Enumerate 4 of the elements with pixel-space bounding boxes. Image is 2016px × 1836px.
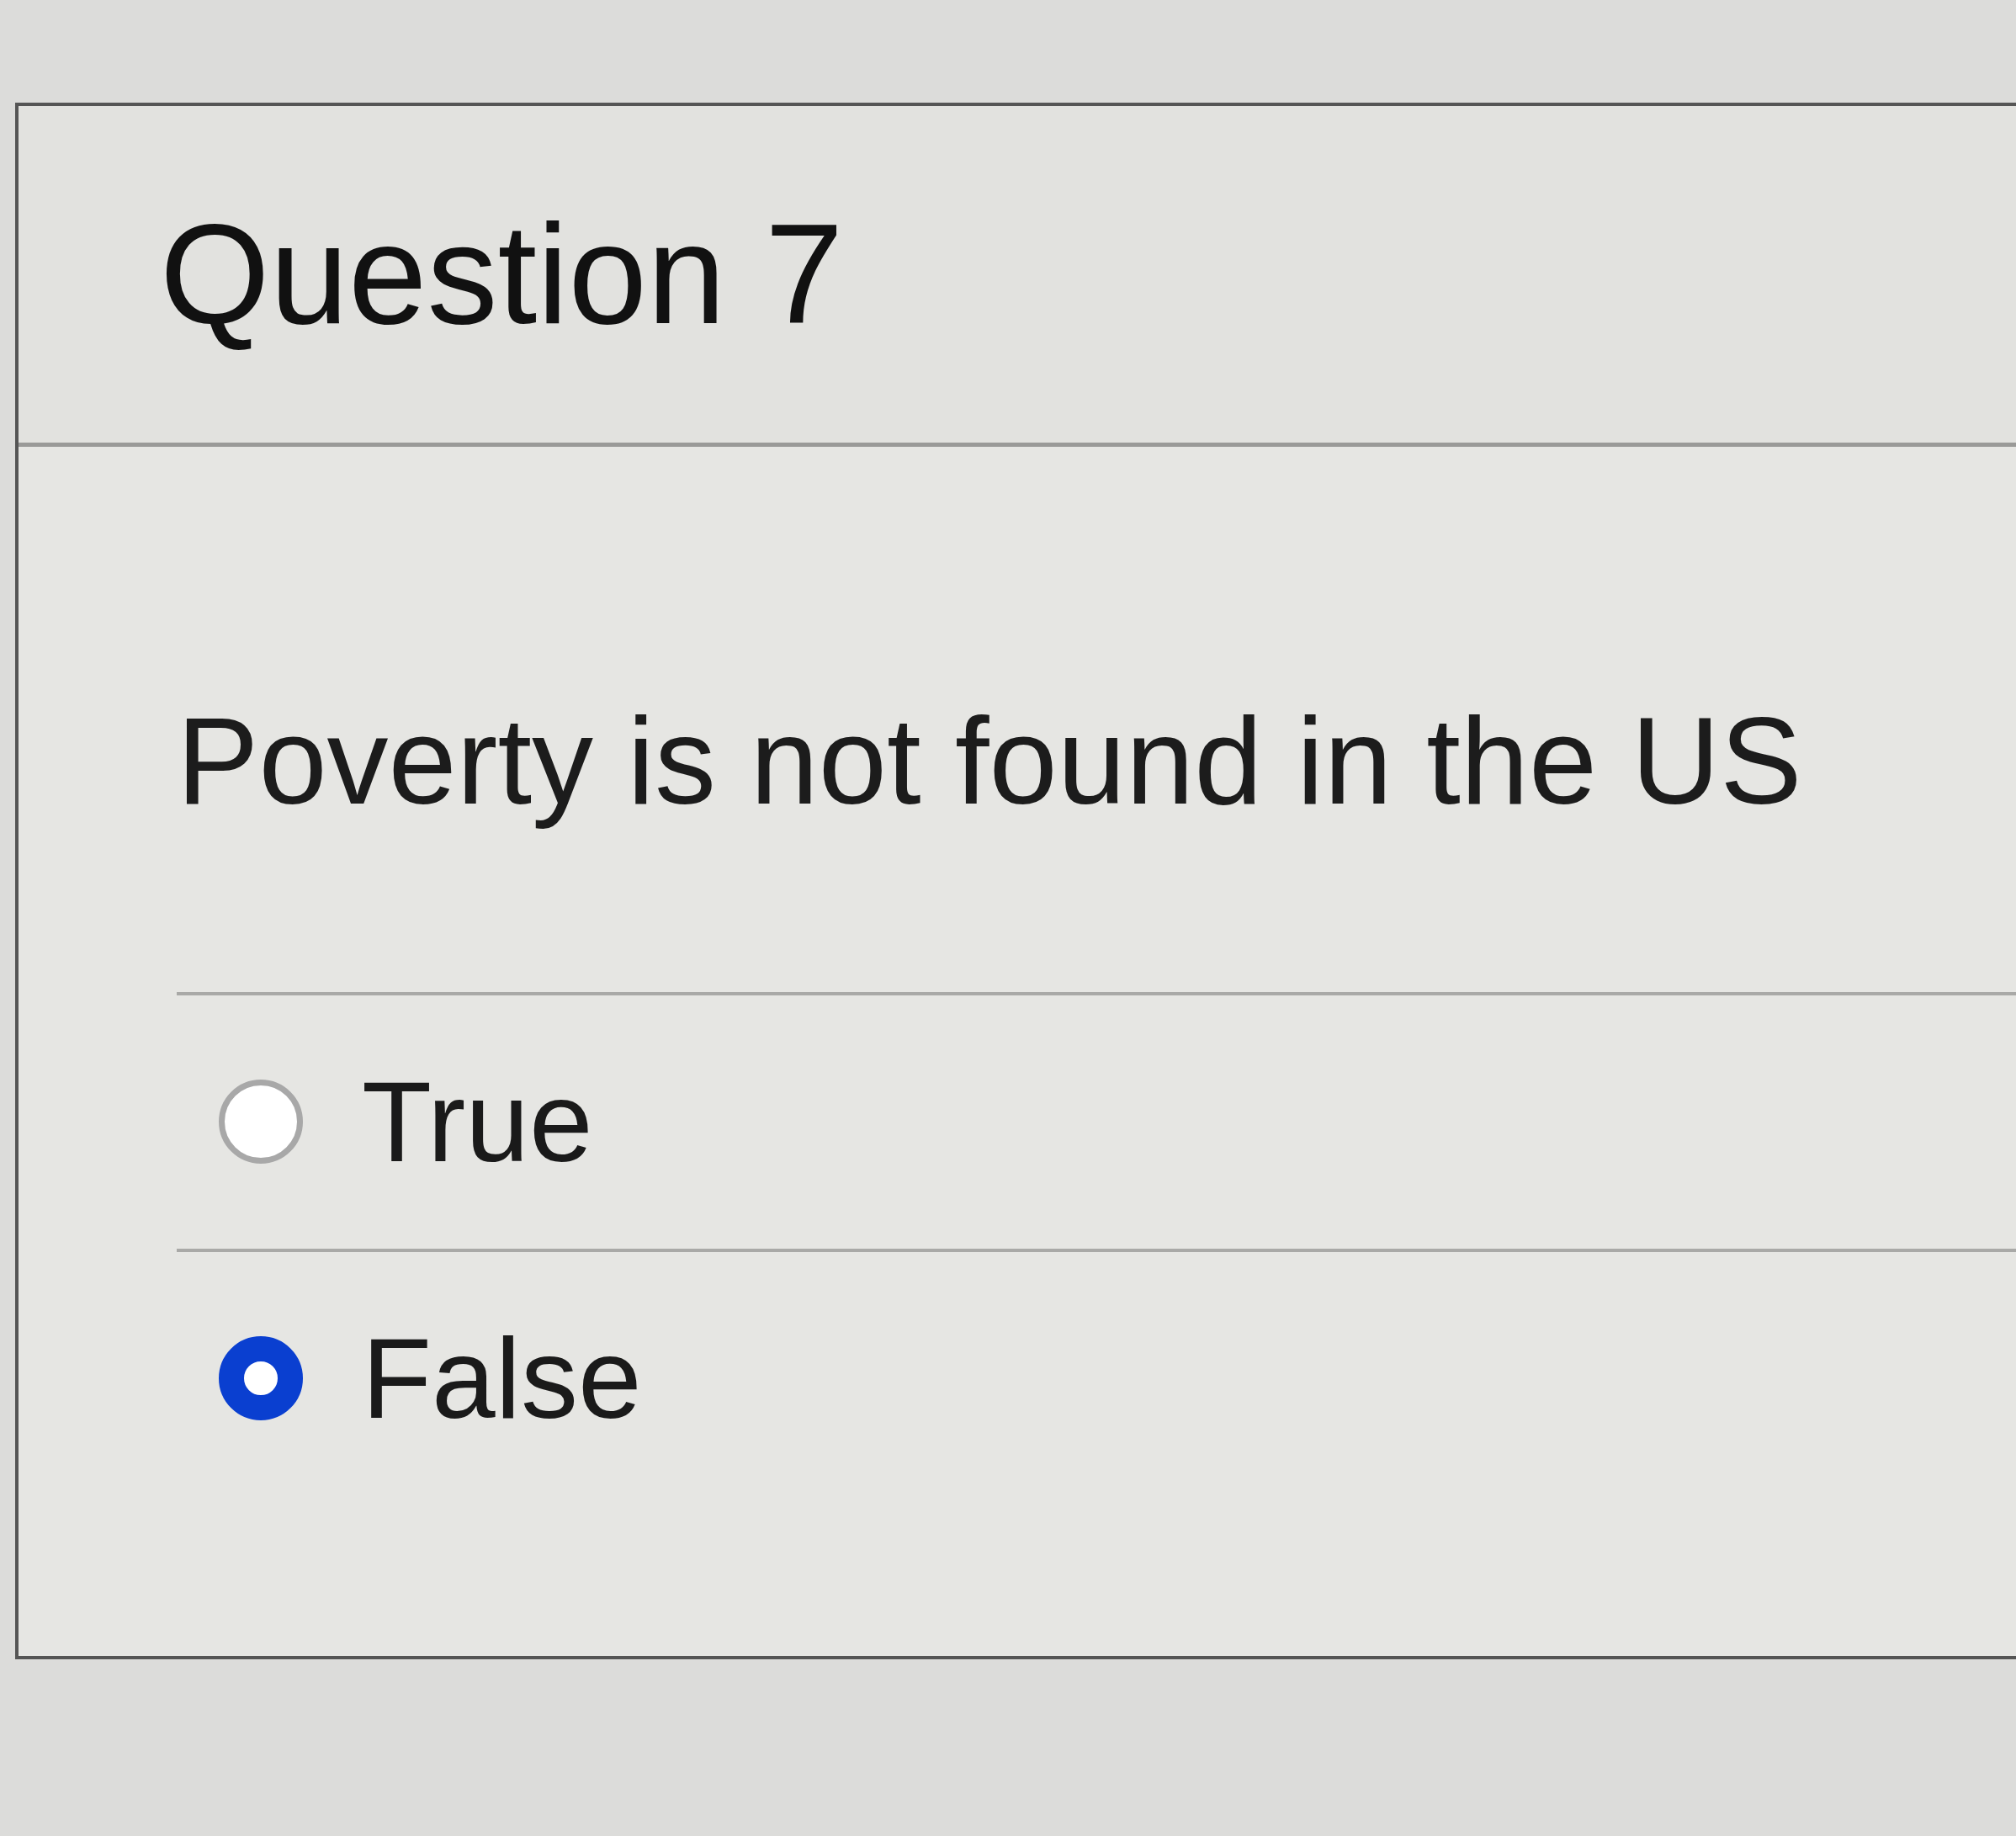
option-label[interactable]: True: [362, 1059, 593, 1186]
option-label[interactable]: False: [362, 1315, 642, 1442]
question-title: Question 7: [160, 196, 844, 353]
question-text: Poverty is not found in the US: [177, 692, 1802, 831]
